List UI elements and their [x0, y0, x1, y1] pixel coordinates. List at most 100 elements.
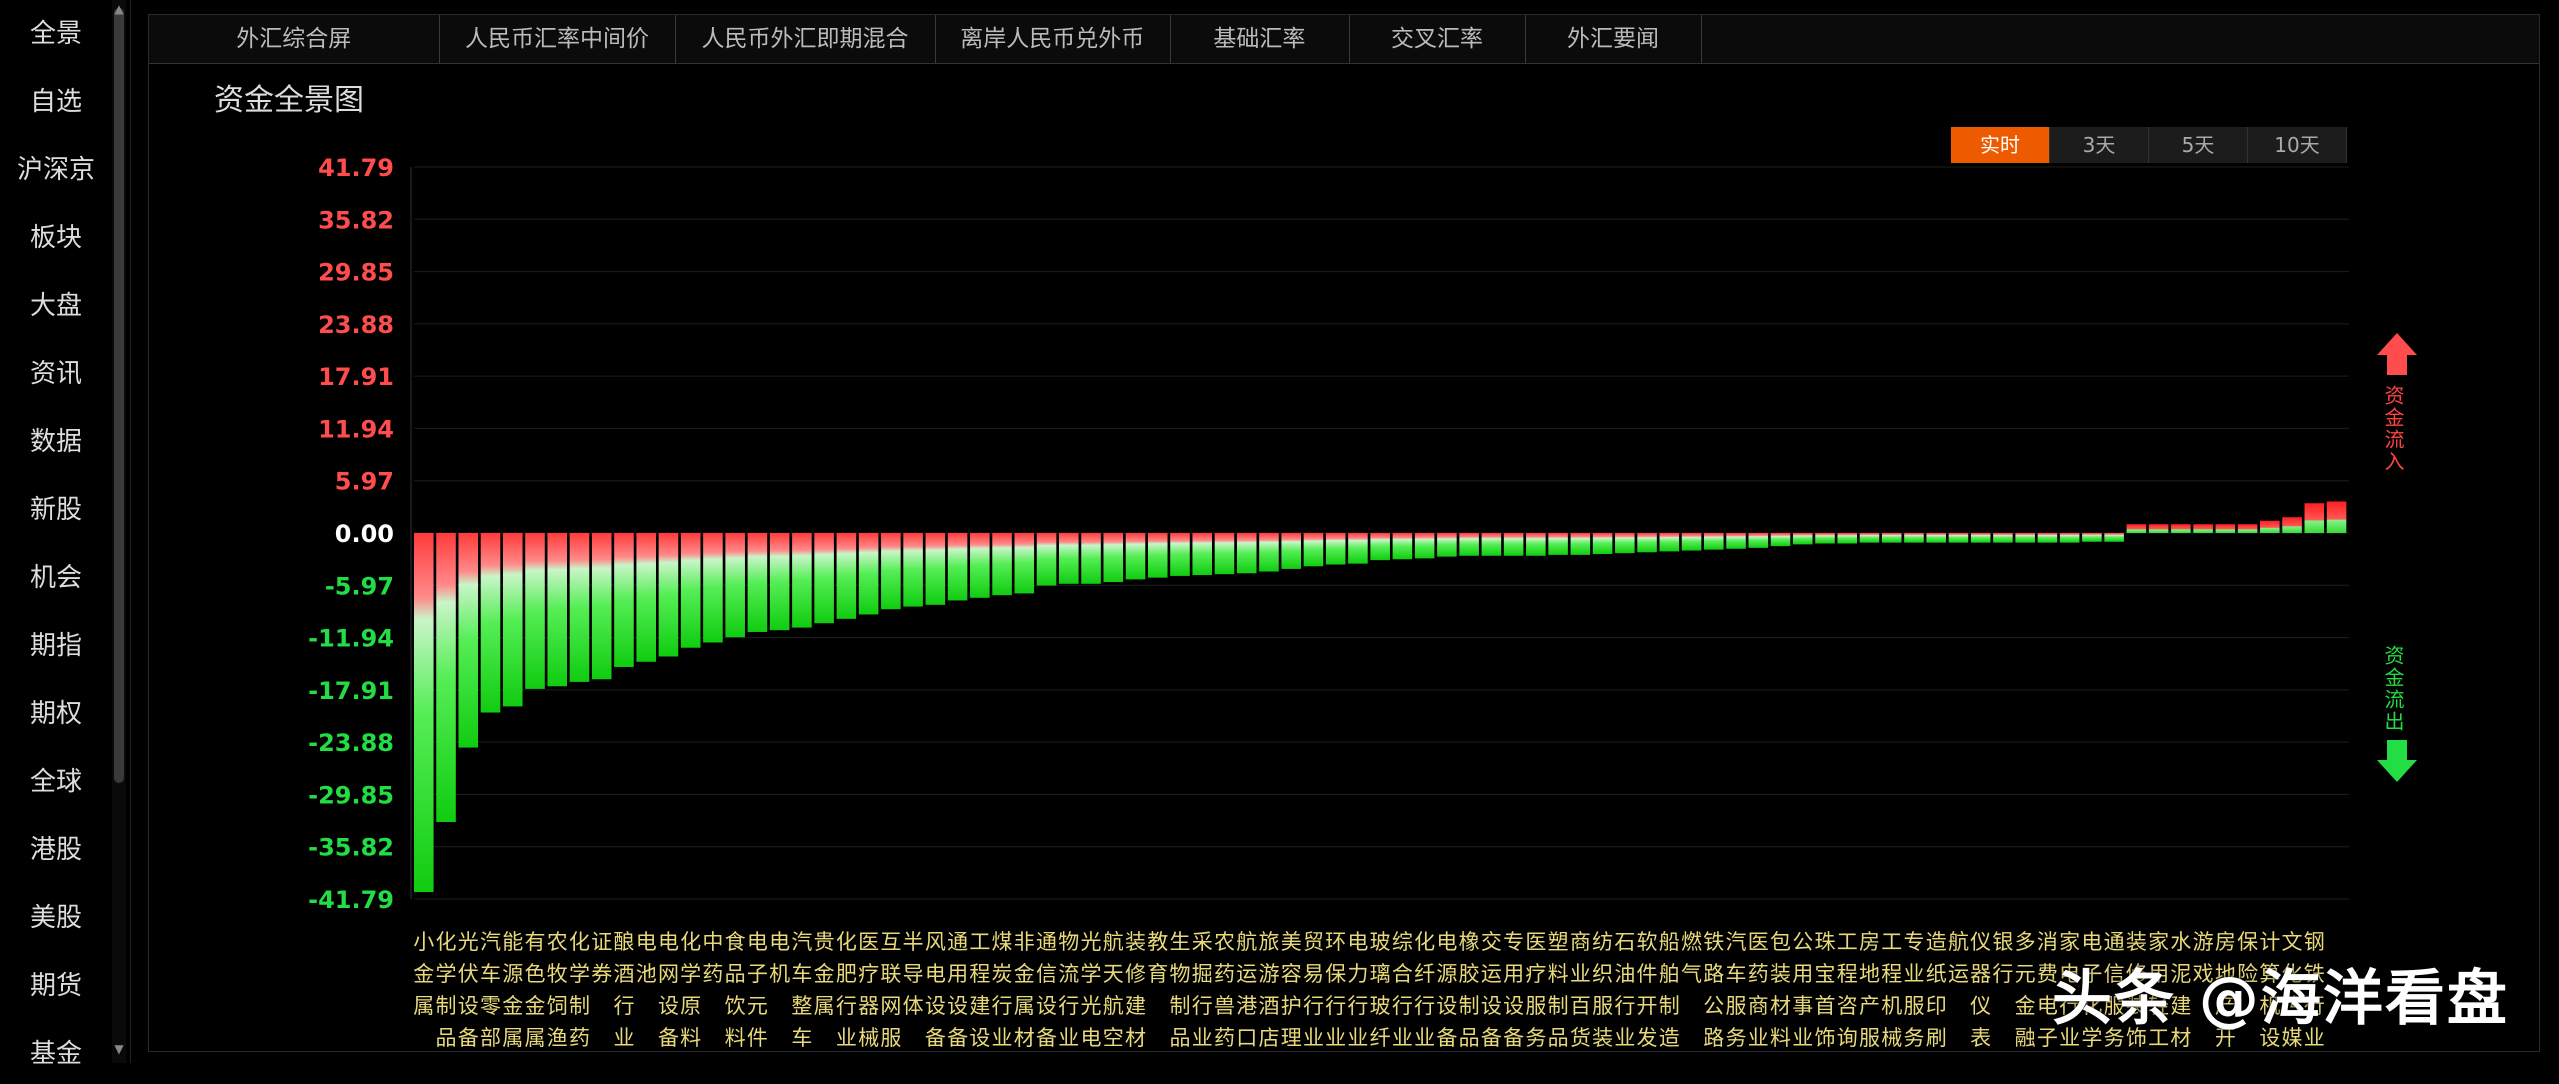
- category-label-char: 务: [1525, 1026, 1546, 1050]
- sidebar-item[interactable]: 机会: [0, 548, 112, 608]
- bar: [747, 533, 768, 632]
- bar: [1659, 533, 1680, 552]
- y-tick-label: 17.91: [318, 363, 394, 391]
- bar: [2326, 501, 2347, 533]
- sidebar-item[interactable]: 自选: [0, 72, 112, 132]
- period-button[interactable]: 3天: [2050, 127, 2149, 163]
- category-label-char: 询: [1837, 1026, 1858, 1050]
- sidebar-item[interactable]: 资讯: [0, 344, 112, 404]
- category-label-char: 品: [1459, 1026, 1480, 1050]
- bar: [1770, 533, 1791, 547]
- category-label-char: 行: [1414, 994, 1435, 1018]
- category-label-char: 程: [1837, 962, 1858, 986]
- bar: [814, 533, 834, 624]
- category-label-char: 融: [2015, 1026, 2036, 1050]
- category-label-char: 原: [680, 994, 701, 1018]
- y-tick-label: -5.97: [325, 572, 394, 600]
- bar: [2148, 524, 2169, 533]
- bar: [1281, 533, 1301, 569]
- bar: [547, 533, 568, 687]
- bar: [1837, 533, 1858, 544]
- sidebar-item[interactable]: 数据: [0, 412, 112, 472]
- category-label-char: 舶: [1659, 962, 1680, 986]
- category-label-char: 化: [680, 930, 701, 954]
- category-label-char: 小: [413, 930, 434, 954]
- category-label-char: 械: [1881, 1026, 1902, 1050]
- category-label-char: 色: [524, 962, 545, 986]
- inflow-label: 资金流入: [2381, 385, 2405, 473]
- category-label-char: 设: [947, 994, 968, 1018]
- sidebar-item[interactable]: 港股: [0, 820, 112, 880]
- category-label-char: 行: [1303, 994, 1324, 1018]
- period-button[interactable]: 10天: [2248, 127, 2347, 163]
- category-label-char: 气: [1681, 962, 1702, 986]
- sidebar-item[interactable]: 期指: [0, 616, 112, 676]
- category-label-char: 运: [1948, 962, 1969, 986]
- period-button[interactable]: 5天: [2149, 127, 2248, 163]
- sidebar-scrollbar-thumb[interactable]: [114, 8, 124, 783]
- category-label-char: 首: [1814, 994, 1835, 1018]
- bar: [480, 533, 501, 713]
- category-label-char: 设: [1436, 994, 1457, 1018]
- category-label-char: 工: [969, 930, 990, 954]
- sidebar-item[interactable]: 全球: [0, 752, 112, 812]
- bar: [2193, 524, 2213, 533]
- category-label-char: 船: [1659, 930, 1680, 954]
- bar: [569, 533, 590, 682]
- category-label-char: 料: [1770, 1026, 1791, 1050]
- category-label-char: 机: [769, 962, 790, 986]
- main-panel: 外汇综合屏 人民币汇率中间价 人民币外汇即期混合 离岸人民币兑外币 基础汇率 交叉汇率 外汇…: [148, 14, 2540, 1052]
- category-label-char: 汽: [1726, 930, 1747, 954]
- sidebar-scrollbar[interactable]: [112, 0, 126, 1063]
- category-label-char: 用: [1792, 962, 1813, 986]
- category-label-char: 半: [903, 930, 924, 954]
- category-label-char: 料: [725, 1026, 746, 1050]
- bar: [992, 533, 1012, 596]
- sidebar-item[interactable]: 板块: [0, 208, 112, 268]
- scroll-up-arrow-icon[interactable]: ▲: [113, 0, 125, 18]
- category-label-char: 服: [1592, 994, 1613, 1018]
- scroll-down-arrow-icon[interactable]: ▼: [113, 1040, 125, 1058]
- category-label-char: 货: [1570, 1026, 1591, 1050]
- sidebar-item[interactable]: 新股: [0, 480, 112, 540]
- bar: [2282, 517, 2302, 533]
- category-label-char: 采: [1192, 930, 1213, 954]
- category-label-char: 游: [1258, 962, 1279, 986]
- category-label-char: 整: [791, 994, 812, 1018]
- bar: [1325, 533, 1346, 565]
- category-label-char: 业: [1192, 1026, 1213, 1050]
- category-label-char: 业: [1392, 1026, 1413, 1050]
- sidebar-item[interactable]: 期货: [0, 956, 112, 1016]
- category-label-char: 有: [524, 930, 545, 954]
- bar: [1904, 533, 1924, 543]
- bar: [1481, 533, 1502, 556]
- sidebar-item[interactable]: 沪深京: [0, 140, 112, 200]
- sidebar-item[interactable]: 全景: [0, 4, 112, 64]
- category-label-char: 多: [2015, 930, 2036, 954]
- category-label-char: 产: [1859, 994, 1880, 1018]
- category-label-char: 行: [1392, 994, 1413, 1018]
- category-label-char: 软: [1637, 930, 1658, 954]
- category-label-char: 件: [747, 1026, 768, 1050]
- category-label-char: 业: [1614, 1026, 1635, 1050]
- category-label-char: 行: [1192, 994, 1213, 1018]
- category-label-char: 电: [769, 930, 790, 954]
- category-label-char: 光: [1081, 994, 1102, 1018]
- category-label-char: 件: [1637, 962, 1658, 986]
- sidebar-item[interactable]: 美股: [0, 888, 112, 948]
- category-label-char: 设: [925, 994, 946, 1018]
- category-label-char: 纸: [1926, 962, 1947, 986]
- sidebar-item[interactable]: 大盘: [0, 276, 112, 336]
- y-tick-label: -11.94: [308, 625, 394, 653]
- sidebar-item[interactable]: 期权: [0, 684, 112, 744]
- bar: [769, 533, 790, 631]
- y-tick-label: 29.85: [318, 259, 394, 287]
- category-label-char: 业: [1792, 1026, 1813, 1050]
- category-label-char: 机: [1881, 994, 1902, 1018]
- sidebar-item[interactable]: 基金: [0, 1024, 112, 1084]
- category-label-char: 业: [1347, 1026, 1368, 1050]
- category-label-char: 业: [1303, 1026, 1324, 1050]
- category-label-char: 属: [1014, 994, 1035, 1018]
- period-button[interactable]: 实时: [1951, 127, 2050, 163]
- category-label-char: 设: [458, 994, 479, 1018]
